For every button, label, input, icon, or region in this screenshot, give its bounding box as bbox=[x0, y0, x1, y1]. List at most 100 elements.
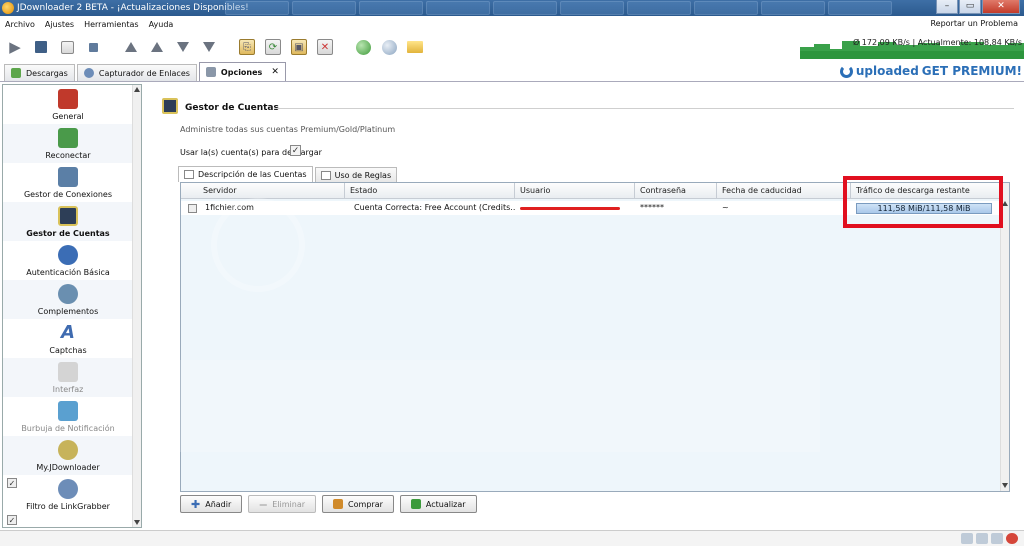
play-icon[interactable]: ▶ bbox=[6, 38, 24, 56]
reconnect-icon[interactable]: ⟳ bbox=[264, 38, 282, 56]
sidebar-item-label: Complementos bbox=[37, 307, 99, 316]
section-description: Administre todas sus cuentas Premium/Gol… bbox=[180, 125, 396, 134]
filter-enable-checkbox[interactable]: ✓ bbox=[7, 515, 17, 525]
move-down-icon[interactable] bbox=[174, 38, 192, 56]
menu-ayuda[interactable]: Ayuda bbox=[148, 20, 175, 29]
close-tab-icon[interactable]: ✕ bbox=[271, 67, 279, 77]
sidebar-item-gestor-cuentas[interactable]: Gestor de Cuentas bbox=[3, 202, 133, 241]
use-accounts-checkbox[interactable]: ✓ bbox=[290, 145, 301, 156]
subtab-label: Descripción de las Cuentas bbox=[198, 170, 307, 179]
menu-herramientas[interactable]: Herramientas bbox=[83, 20, 140, 29]
folder-icon[interactable] bbox=[406, 38, 424, 56]
stop-icon[interactable] bbox=[84, 38, 102, 56]
sidebar-item-interfaz[interactable]: Interfaz bbox=[3, 358, 133, 397]
column-contrasena[interactable]: Contraseña bbox=[635, 183, 717, 199]
menu-bar: Archivo Ajustes Herramientas Ayuda bbox=[0, 17, 1024, 32]
add-links-icon[interactable] bbox=[58, 38, 76, 56]
accounts-table: Servidor Estado Usuario Contraseña Fecha… bbox=[180, 182, 1010, 492]
cell-password: ****** bbox=[640, 203, 664, 212]
row-enable-checkbox[interactable] bbox=[188, 203, 197, 213]
column-fecha-caducidad[interactable]: Fecha de caducidad bbox=[717, 183, 851, 199]
status-text: Cuenta Correcta: Free Account (Credits..… bbox=[354, 203, 515, 212]
minimize-button[interactable]: – bbox=[936, 0, 958, 14]
bubble-icon bbox=[58, 401, 78, 421]
sidebar-item-gestor-conexiones[interactable]: Gestor de Conexiones bbox=[3, 163, 133, 202]
sidebar-item-captchas[interactable]: A Captchas bbox=[3, 319, 133, 358]
maximize-button[interactable]: ▭ bbox=[959, 0, 981, 14]
move-top-icon[interactable] bbox=[122, 38, 140, 56]
sidebar-item-filtro[interactable]: Filtro de LinkGrabber bbox=[3, 475, 133, 514]
premium-toggle-icon[interactable]: ▣ bbox=[290, 38, 308, 56]
settings-icon bbox=[205, 67, 216, 77]
clipboard-icon[interactable]: ⎘ bbox=[238, 38, 256, 56]
tab-uso-reglas[interactable]: Uso de Reglas bbox=[314, 167, 398, 182]
shop-icon bbox=[333, 499, 344, 509]
scroll-down-icon[interactable] bbox=[134, 520, 140, 525]
myjd-icon bbox=[58, 440, 78, 460]
uploaded-banner[interactable]: uploaded GET PREMIUM! bbox=[839, 64, 1022, 78]
redacted-username bbox=[520, 206, 620, 210]
tab-opciones[interactable]: Opciones ✕ bbox=[198, 62, 286, 81]
tab-descripcion-cuentas[interactable]: Descripción de las Cuentas bbox=[178, 166, 313, 182]
section-divider bbox=[274, 108, 1014, 109]
column-servidor[interactable]: Servidor bbox=[181, 183, 345, 199]
status-network-icon[interactable] bbox=[991, 533, 1003, 544]
taskbar-ghosts bbox=[225, 0, 892, 16]
speed-graph: Ø 172,09 KB/s | Actualmente: 108,84 KB/s bbox=[800, 33, 1024, 59]
column-estado[interactable]: Estado bbox=[345, 183, 515, 199]
tab-descargas[interactable]: Descargas bbox=[4, 64, 75, 81]
scroll-up-icon[interactable] bbox=[134, 87, 140, 92]
account-manager-panel: Gestor de Cuentas Administre todas sus c… bbox=[146, 84, 1022, 528]
close-button[interactable]: ✕ bbox=[982, 0, 1020, 14]
remove-account-button[interactable]: — Eliminar bbox=[248, 495, 317, 513]
add-account-button[interactable]: ✚ Añadir bbox=[180, 495, 243, 513]
button-label: Actualizar bbox=[425, 499, 466, 509]
accounts-icon bbox=[58, 206, 78, 226]
menu-archivo[interactable]: Archivo bbox=[4, 20, 36, 29]
plus-icon: ✚ bbox=[191, 497, 201, 511]
move-up-icon[interactable] bbox=[148, 38, 166, 56]
plugins-icon bbox=[58, 284, 78, 304]
table-scrollbar[interactable] bbox=[1000, 183, 1009, 491]
sidebar-item-burbuja[interactable]: Burbuja de Notificación bbox=[3, 397, 133, 436]
status-search-icon[interactable] bbox=[976, 533, 988, 544]
move-bottom-icon[interactable] bbox=[200, 38, 218, 56]
list-icon bbox=[184, 170, 194, 179]
scroll-down-icon[interactable] bbox=[1002, 483, 1008, 488]
cell-expiry: ~ bbox=[722, 203, 729, 212]
refresh-accounts-button[interactable]: Actualizar bbox=[399, 495, 477, 513]
tab-capturador[interactable]: Capturador de Enlaces bbox=[76, 64, 197, 81]
title-bar: JDownloader 2 BETA - ¡Actualizaciones Di… bbox=[0, 0, 1024, 16]
sidebar-item-reconectar[interactable]: Reconectar bbox=[3, 124, 133, 163]
menu-ajustes[interactable]: Ajustes bbox=[44, 20, 75, 29]
sidebar-item-autenticacion[interactable]: Autenticación Básica bbox=[3, 241, 133, 280]
save-icon[interactable] bbox=[32, 38, 50, 56]
sidebar-item-label: Gestor de Cuentas bbox=[26, 229, 110, 238]
sidebar-item-general[interactable]: General bbox=[3, 85, 133, 124]
button-label: Añadir bbox=[205, 499, 232, 509]
sidebar-item-label: Burbuja de Notificación bbox=[21, 424, 115, 433]
network-icon[interactable] bbox=[380, 38, 398, 56]
auto-reconnect-off-icon[interactable]: ✕ bbox=[316, 38, 334, 56]
download-icon bbox=[11, 68, 21, 78]
buy-account-button[interactable]: Comprar bbox=[322, 495, 394, 513]
section-title: Gestor de Cuentas bbox=[185, 103, 279, 113]
report-problem-link[interactable]: Reportar un Problema bbox=[930, 19, 1018, 28]
update-globe-icon[interactable] bbox=[354, 38, 372, 56]
column-usuario[interactable]: Usuario bbox=[515, 183, 635, 199]
button-label: Comprar bbox=[348, 499, 383, 509]
sidebar-scrollbar[interactable] bbox=[132, 85, 141, 527]
interface-icon bbox=[58, 362, 78, 382]
sidebar-item-label: Autenticación Básica bbox=[26, 268, 110, 277]
sidebar-item-complementos[interactable]: Complementos bbox=[3, 280, 133, 319]
tab-label: Descargas bbox=[26, 68, 68, 78]
linkgrabber-icon bbox=[83, 68, 94, 78]
network-icon bbox=[58, 167, 78, 187]
status-premium-icon[interactable] bbox=[961, 533, 973, 544]
subtab-label: Uso de Reglas bbox=[334, 170, 392, 180]
get-premium-text: GET PREMIUM! bbox=[921, 64, 1022, 78]
status-reconnect-icon[interactable] bbox=[1006, 533, 1018, 544]
sidebar-item-myjdownloader[interactable]: My.JDownloader bbox=[3, 436, 133, 475]
refresh-icon bbox=[410, 499, 421, 509]
sidebar-item-label: My.JDownloader bbox=[36, 463, 100, 472]
